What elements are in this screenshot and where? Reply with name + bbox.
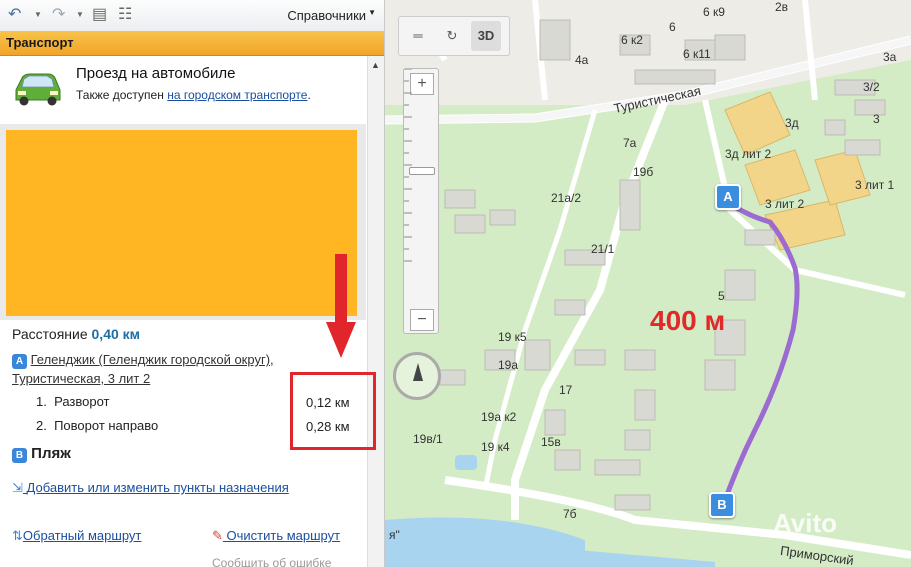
add-destinations-label: Добавить или изменить пункты назначения xyxy=(26,480,289,495)
map-label: 3/2 xyxy=(863,80,880,94)
distance-row: Расстояние 0,40 км xyxy=(12,326,140,342)
section-header: Транспорт xyxy=(0,31,384,56)
reverse-route-icon: ⇅ xyxy=(12,528,23,543)
red-arrow-annotation xyxy=(326,254,356,358)
section-title: Транспорт xyxy=(6,35,74,50)
add-destinations-link[interactable]: ⇲ Добавить или изменить пункты назначени… xyxy=(12,480,289,496)
zoom-slider-thumb[interactable] xyxy=(409,167,435,175)
route-title: Проезд на автомобиле xyxy=(76,65,236,82)
zoom-in-button[interactable]: + xyxy=(410,73,434,95)
map-label: 21/1 xyxy=(591,242,615,256)
map-label: 3д лит 2 xyxy=(725,147,772,161)
back-dropdown-icon[interactable]: ▼ xyxy=(34,10,42,19)
forward-dropdown-icon[interactable]: ▼ xyxy=(76,10,84,19)
reverse-route-link[interactable]: ⇅Обратный маршрут xyxy=(12,528,141,544)
car-icon xyxy=(15,73,61,106)
start-address-line2[interactable]: Туристическая, 3 лит 2 xyxy=(12,371,150,386)
step-text: Поворот направо xyxy=(54,418,159,433)
highlight-box xyxy=(290,372,376,450)
route-start-pin[interactable]: A xyxy=(715,184,741,210)
route-step: 1. Разворот xyxy=(36,394,109,409)
marker-b-icon: B xyxy=(12,448,27,463)
map-label: 3 xyxy=(873,112,880,126)
map-label: 19б xyxy=(633,165,654,179)
radius-icon[interactable]: ↻ xyxy=(437,21,467,51)
step-number: 2. xyxy=(36,418,47,433)
edit-points-icon: ⇲ xyxy=(12,480,23,495)
eraser-icon: ✎ xyxy=(212,528,223,543)
map-label: 5 xyxy=(718,289,725,303)
start-address-line1[interactable]: Геленджик (Геленджик городской округ), xyxy=(31,352,274,367)
ruler-icon[interactable]: ═ xyxy=(403,21,433,51)
map-label: 19а xyxy=(498,358,519,372)
map-label: 21а/2 xyxy=(551,191,582,205)
alt-suffix: . xyxy=(307,88,311,102)
marker-a-icon: A xyxy=(12,354,27,369)
toolbar: ↶ ▼ ↷ ▼ ▤ ☷ Справочники ▼ xyxy=(0,0,384,32)
scrollbar[interactable]: ▲ xyxy=(367,56,384,567)
map-label: 3а xyxy=(883,50,897,64)
print-icon[interactable]: ▤ xyxy=(92,6,107,24)
alt-prefix: Также доступен xyxy=(76,88,168,102)
map-label: я" xyxy=(389,528,400,542)
map-canvas xyxy=(385,0,911,567)
scroll-up-icon[interactable]: ▲ xyxy=(371,60,380,70)
map-label: 3д xyxy=(785,116,799,130)
map-label: 19 к5 xyxy=(498,330,527,344)
map-label: 19в/1 xyxy=(413,432,443,446)
map-label: 3 лит 1 xyxy=(855,178,895,192)
distance-label: Расстояние xyxy=(12,326,92,342)
map-label: 19а к2 xyxy=(481,410,517,424)
ad-banner[interactable] xyxy=(6,130,357,316)
clear-route-link[interactable]: ✎ Очистить маршрут xyxy=(212,528,340,544)
map-label: 19 к4 xyxy=(481,440,510,454)
zoom-control: + − xyxy=(403,68,439,334)
map-label: 17 xyxy=(559,383,573,397)
directory-label: Справочники xyxy=(287,8,367,23)
public-transport-link[interactable]: на городском транспорте xyxy=(167,88,307,102)
end-point: B Пляж xyxy=(12,445,71,463)
compass-control[interactable] xyxy=(393,352,441,400)
map[interactable]: ═ ↻ 3D + − Туристическая Приморский 6 к9… xyxy=(385,0,911,567)
view-3d-button[interactable]: 3D xyxy=(471,21,501,51)
map-label: 3 лит 2 xyxy=(765,197,805,211)
directory-menu[interactable]: Справочники ▼ xyxy=(287,8,376,23)
map-toolbar: ═ ↻ 3D xyxy=(398,16,510,56)
chevron-down-icon: ▼ xyxy=(368,8,376,17)
map-label: 6 к2 xyxy=(621,33,643,47)
route-panel: ↶ ▼ ↷ ▼ ▤ ☷ Справочники ▼ Транспорт ▲ Про… xyxy=(0,0,385,567)
back-icon[interactable]: ↶ xyxy=(8,6,21,24)
distance-annotation: 400 м xyxy=(650,305,726,336)
reverse-route-label: Обратный маршрут xyxy=(22,528,142,543)
map-label: 7а xyxy=(623,136,637,150)
route-step: 2. Поворот направо xyxy=(36,418,158,433)
report-error-link[interactable]: Сообщить об ошибке xyxy=(212,556,331,567)
zoom-out-button[interactable]: − xyxy=(410,309,434,331)
step-text: Разворот xyxy=(54,394,110,409)
map-label: 6 к11 xyxy=(683,47,711,61)
map-label: 2в xyxy=(775,0,789,14)
map-label: 4а xyxy=(575,53,589,67)
transport-alt-text: Также доступен на городском транспорте. xyxy=(76,88,311,102)
map-label: 7б xyxy=(563,507,577,521)
route-end-pin[interactable]: B xyxy=(709,492,735,518)
end-point-name: Пляж xyxy=(31,445,71,462)
map-label: 15в xyxy=(541,435,561,449)
step-number: 1. xyxy=(36,394,47,409)
north-arrow-icon xyxy=(413,363,423,381)
list-icon[interactable]: ☷ xyxy=(118,6,132,24)
map-label: 6 к9 xyxy=(703,5,725,19)
start-address: A Геленджик (Геленджик городской округ),… xyxy=(12,350,332,388)
clear-route-label: Очистить маршрут xyxy=(226,528,341,543)
forward-icon[interactable]: ↷ xyxy=(52,6,65,24)
watermark: Avito xyxy=(773,508,838,538)
map-label: 6 xyxy=(669,20,676,34)
distance-value: 0,40 км xyxy=(91,326,141,342)
